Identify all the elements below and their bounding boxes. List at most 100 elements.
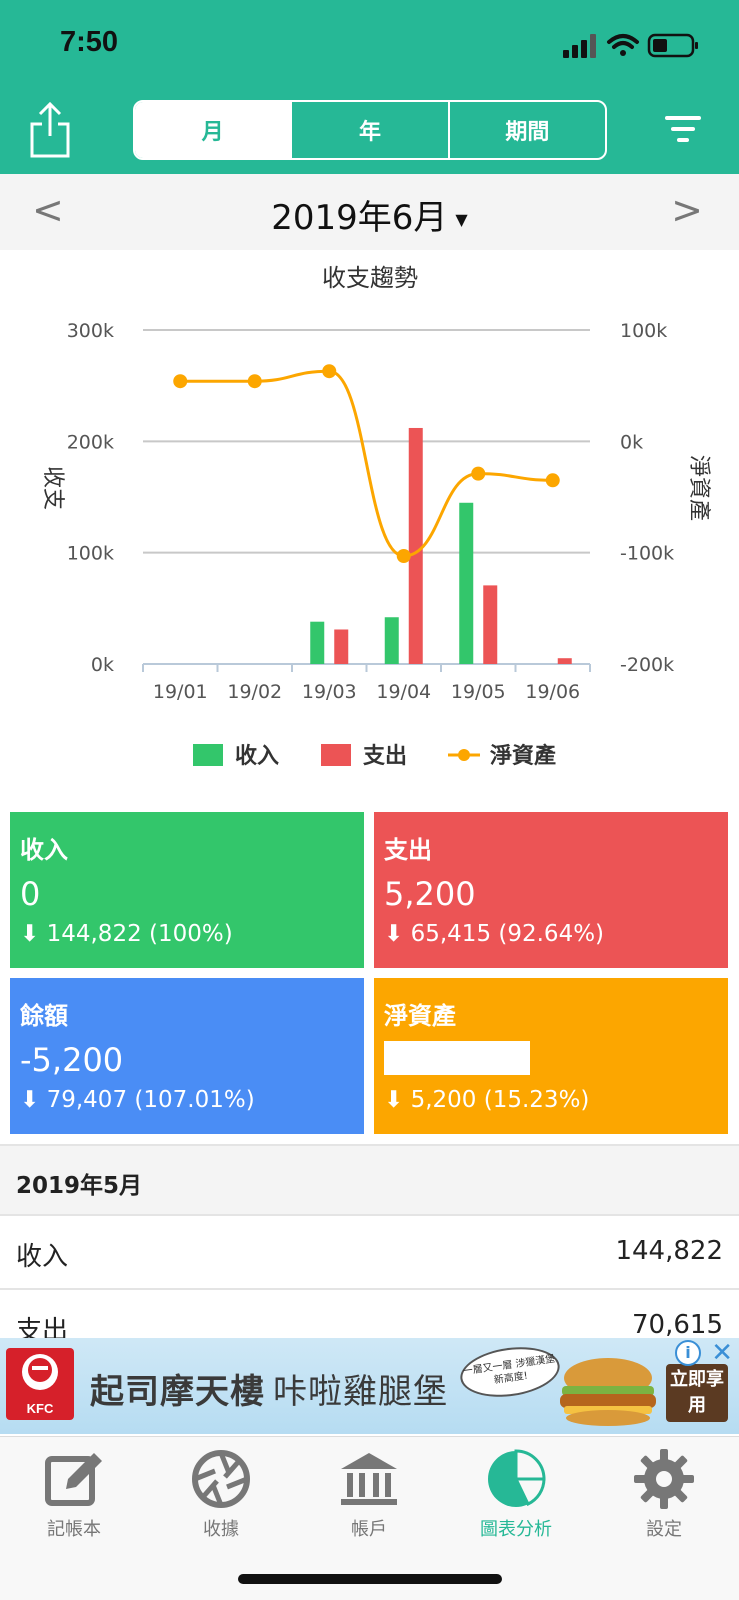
legend-swatch-income — [193, 744, 223, 766]
balance-card-value: -5,200 — [20, 1041, 124, 1079]
legend-label-net: 淨資產 — [490, 743, 556, 769]
tab-settings[interactable]: 設定 — [604, 1447, 724, 1541]
cellular-signal-icon — [563, 34, 596, 58]
x-tick-label: 19/02 — [227, 681, 282, 703]
next-month-button[interactable]: > — [671, 188, 703, 232]
app-header: 7:50 月 年 期間 — [0, 0, 739, 174]
y2-axis-label: 淨資產 — [686, 455, 711, 521]
ad-speech-bubble: 一層又一層 涉獵漢堡新高度! — [457, 1341, 563, 1403]
segment-period[interactable]: 期間 — [450, 102, 605, 158]
net-assets-card-change: 5,200 (15.23%) — [410, 1087, 590, 1113]
income-card[interactable]: 收入 0 ⬇ 144,822 (100%) — [10, 812, 364, 968]
income-card-label: 收入 — [20, 836, 68, 864]
net-assets-point — [247, 374, 262, 389]
balance-card-change: 79,407 (107.01%) — [46, 1087, 255, 1113]
month-title: 2019年6月 — [271, 198, 448, 238]
x-tick-label: 19/01 — [153, 681, 208, 703]
expense-card-change: 65,415 (92.64%) — [410, 921, 605, 947]
arrow-down-icon: ⬇ — [20, 1087, 40, 1113]
y2-tick-label: -200k — [620, 654, 674, 676]
legend-label-expense: 支出 — [363, 744, 407, 769]
segment-year[interactable]: 年 — [292, 102, 450, 158]
bar-income — [310, 621, 325, 664]
balance-card[interactable]: 餘額 -5,200 ⬇ 79,407 (107.01%) — [10, 978, 364, 1134]
net-assets-point — [322, 364, 337, 379]
ad-title-light: 咔啦雞腿堡 — [273, 1372, 448, 1412]
x-tick-label: 19/03 — [302, 681, 357, 703]
ad-info-icon[interactable]: i — [675, 1340, 701, 1366]
status-icons — [563, 33, 698, 58]
ad-title: 起司摩天樓 咔啦雞腿堡 — [90, 1364, 448, 1413]
ad-close-icon[interactable]: ✕ — [711, 1338, 733, 1368]
summary-section-title: 2019年5月 — [16, 1173, 143, 1199]
share-icon[interactable] — [24, 100, 76, 160]
notebook-edit-icon — [45, 1453, 102, 1506]
y2-tick-label: 0k — [620, 431, 643, 453]
net-assets-point — [545, 473, 560, 488]
bar-income — [459, 502, 474, 664]
summary-row-value: 70,615 — [632, 1310, 723, 1340]
legend-swatch-expense — [321, 744, 351, 766]
expense-card-label: 支出 — [384, 836, 432, 864]
net-assets-point — [396, 549, 411, 564]
summary-row-value: 144,822 — [615, 1236, 723, 1266]
tab-label: 收據 — [203, 1519, 239, 1540]
ad-cta-button[interactable]: 立即享用 — [666, 1364, 728, 1422]
tab-receipts[interactable]: 收據 — [161, 1447, 281, 1541]
net-assets-line — [180, 369, 553, 558]
y-axis-label: 收支 — [40, 466, 65, 510]
income-card-value: 0 — [20, 875, 41, 913]
summary-row-label: 收入 — [16, 1242, 69, 1272]
y-tick-label: 0k — [91, 654, 114, 676]
arrow-down-icon: ⬇ — [20, 921, 40, 947]
battery-icon — [647, 33, 698, 58]
tab-label: 設定 — [646, 1519, 682, 1540]
arrow-down-icon: ⬇ — [384, 921, 404, 947]
period-segmented-control: 月 年 期間 — [133, 100, 607, 160]
net-assets-card[interactable]: 淨資產 ⬇ 5,200 (15.23%) — [374, 978, 728, 1134]
colonel-face-icon — [22, 1354, 58, 1390]
pie-chart-icon — [488, 1449, 546, 1507]
x-tick-label: 19/06 — [525, 681, 580, 703]
legend-label-income: 收入 — [235, 743, 279, 769]
net-assets-point — [173, 374, 188, 389]
y-tick-label: 300k — [67, 320, 114, 342]
tab-notebook[interactable]: 記帳本 — [14, 1447, 134, 1541]
status-time: 7:50 — [60, 26, 119, 58]
x-tick-label: 19/04 — [376, 681, 431, 703]
net-assets-point — [471, 466, 486, 481]
month-navigator: < 2019年6月 ▼ > — [0, 174, 739, 250]
tab-accounts[interactable]: 帳戶 — [309, 1447, 429, 1541]
bar-income — [384, 617, 399, 664]
month-picker[interactable]: 2019年6月 ▼ — [0, 190, 739, 239]
x-tick-label: 19/05 — [451, 681, 506, 703]
bar-expense — [334, 629, 349, 664]
net-assets-card-value — [384, 1041, 718, 1077]
burger-image — [560, 1358, 656, 1426]
income-card-change: 144,822 (100%) — [46, 921, 233, 947]
net-assets-card-label: 淨資產 — [384, 1002, 456, 1030]
tab-label: 圖表分析 — [480, 1519, 552, 1540]
redacted-value-box — [384, 1041, 530, 1075]
home-indicator — [238, 1574, 502, 1584]
legend-point-net — [458, 749, 470, 761]
expense-card-value: 5,200 — [384, 875, 476, 913]
trend-chart: 收支趨勢 收支 淨資產 300k 100k 200k 0k 100k -100k 0k -20… — [0, 252, 739, 800]
bar-expense — [557, 658, 572, 664]
trend-chart-svg: 收支趨勢 收支 淨資產 300k 100k 200k 0k 100k -100k 0k -20… — [40, 264, 711, 769]
ad-banner[interactable]: KFC 起司摩天樓 咔啦雞腿堡 一層又一層 涉獵漢堡新高度! 立即享用 i ✕ — [0, 1338, 739, 1434]
aperture-icon — [192, 1450, 250, 1508]
bank-icon — [341, 1453, 397, 1505]
tab-label: 記帳本 — [47, 1519, 101, 1540]
filter-icon[interactable] — [663, 112, 703, 146]
segment-month[interactable]: 月 — [135, 102, 293, 158]
expense-card[interactable]: 支出 5,200 ⬇ 65,415 (92.64%) — [374, 812, 728, 968]
y2-tick-label: -100k — [620, 543, 674, 565]
tab-charts[interactable]: 圖表分析 — [456, 1447, 576, 1541]
summary-section-header: 2019年5月 — [0, 1144, 739, 1216]
bar-expense — [483, 585, 498, 664]
summary-row-income[interactable]: 收入 144,822 — [0, 1216, 739, 1290]
y-tick-label: 100k — [67, 543, 114, 565]
kfc-logo: KFC — [6, 1348, 74, 1420]
gear-icon — [634, 1449, 694, 1509]
